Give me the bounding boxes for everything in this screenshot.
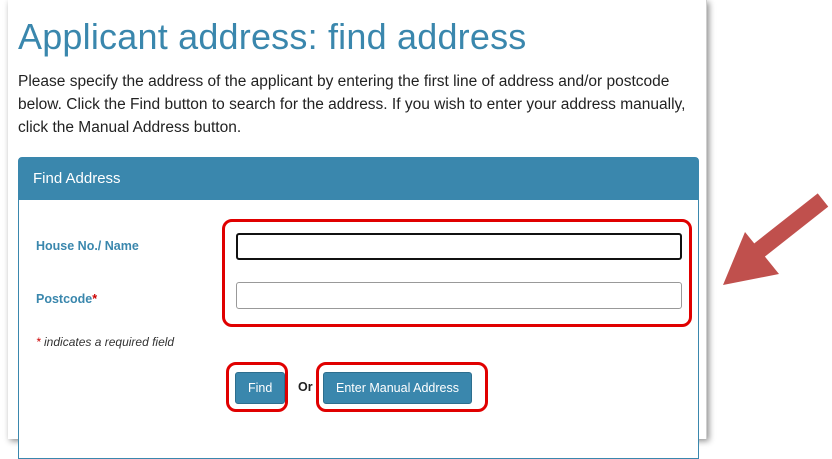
page-title: Applicant address: find address	[18, 16, 527, 57]
or-separator: Or	[298, 380, 313, 394]
find-address-panel: Find Address House No./ Name Postcode* *…	[18, 157, 699, 459]
panel-heading: Find Address	[19, 158, 698, 200]
house-name-label: House No./ Name	[36, 239, 139, 253]
house-name-input[interactable]	[236, 233, 682, 260]
find-button[interactable]: Find	[235, 372, 286, 404]
postcode-label: Postcode*	[36, 292, 97, 306]
intro-text: Please specify the address of the applic…	[18, 73, 686, 136]
required-field-note: * indicates a required field	[36, 335, 174, 349]
find-address-card: Applicant address: find address Please s…	[8, 0, 707, 459]
required-star: *	[92, 292, 98, 306]
required-note-text: indicates a required field	[44, 335, 175, 349]
postcode-input[interactable]	[236, 282, 682, 309]
arrow-pointer-icon	[723, 193, 829, 285]
required-note-star: *	[36, 335, 41, 349]
enter-manual-address-button[interactable]: Enter Manual Address	[323, 372, 472, 404]
postcode-label-text: Postcode	[36, 292, 93, 306]
